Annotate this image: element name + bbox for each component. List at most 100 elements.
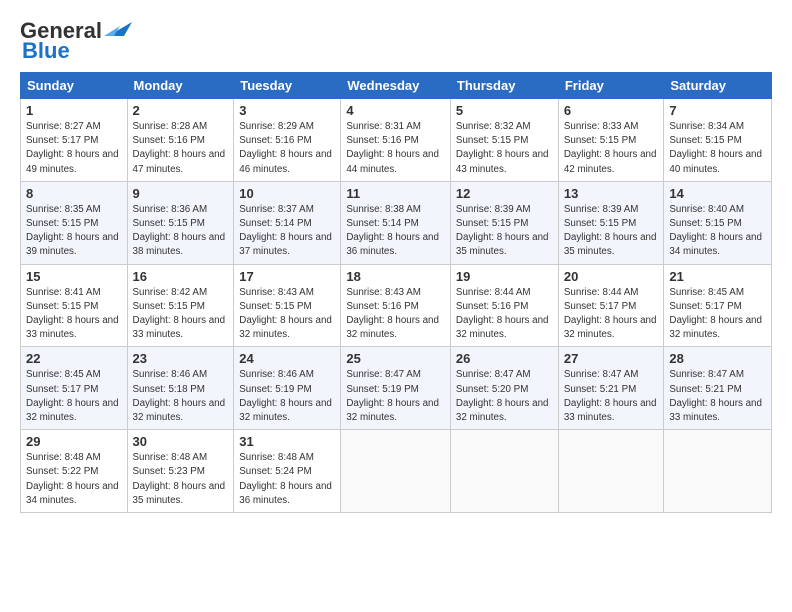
table-row: 18 Sunrise: 8:43 AMSunset: 5:16 PMDaylig… — [341, 264, 451, 347]
day-number: 8 — [26, 186, 122, 201]
day-number: 16 — [133, 269, 229, 284]
day-number: 18 — [346, 269, 445, 284]
day-number: 2 — [133, 103, 229, 118]
table-row: 26 Sunrise: 8:47 AMSunset: 5:20 PMDaylig… — [450, 347, 558, 430]
day-info: Sunrise: 8:31 AMSunset: 5:16 PMDaylight:… — [346, 121, 439, 175]
day-number: 28 — [669, 351, 766, 366]
day-number: 3 — [239, 103, 335, 118]
day-number: 11 — [346, 186, 445, 201]
table-row: 1 Sunrise: 8:27 AMSunset: 5:17 PMDayligh… — [21, 99, 128, 182]
header-saturday: Saturday — [664, 73, 772, 99]
table-row: 2 Sunrise: 8:28 AMSunset: 5:16 PMDayligh… — [127, 99, 234, 182]
header-friday: Friday — [558, 73, 664, 99]
day-number: 7 — [669, 103, 766, 118]
calendar-table: Sunday Monday Tuesday Wednesday Thursday… — [20, 72, 772, 513]
table-row: 27 Sunrise: 8:47 AMSunset: 5:21 PMDaylig… — [558, 347, 664, 430]
day-number: 6 — [564, 103, 659, 118]
table-row: 31 Sunrise: 8:48 AMSunset: 5:24 PMDaylig… — [234, 430, 341, 513]
logo-blue: Blue — [22, 38, 70, 64]
day-number: 12 — [456, 186, 553, 201]
day-info: Sunrise: 8:46 AMSunset: 5:19 PMDaylight:… — [239, 369, 332, 423]
day-info: Sunrise: 8:47 AMSunset: 5:20 PMDaylight:… — [456, 369, 549, 423]
table-row: 9 Sunrise: 8:36 AMSunset: 5:15 PMDayligh… — [127, 181, 234, 264]
day-number: 31 — [239, 434, 335, 449]
day-number: 25 — [346, 351, 445, 366]
table-row: 20 Sunrise: 8:44 AMSunset: 5:17 PMDaylig… — [558, 264, 664, 347]
header-thursday: Thursday — [450, 73, 558, 99]
day-number: 15 — [26, 269, 122, 284]
day-info: Sunrise: 8:47 AMSunset: 5:21 PMDaylight:… — [669, 369, 762, 423]
day-info: Sunrise: 8:48 AMSunset: 5:23 PMDaylight:… — [133, 452, 226, 506]
week-row: 29 Sunrise: 8:48 AMSunset: 5:22 PMDaylig… — [21, 430, 772, 513]
empty-cell — [558, 430, 664, 513]
table-row: 28 Sunrise: 8:47 AMSunset: 5:21 PMDaylig… — [664, 347, 772, 430]
table-row: 12 Sunrise: 8:39 AMSunset: 5:15 PMDaylig… — [450, 181, 558, 264]
day-number: 23 — [133, 351, 229, 366]
page-header: General Blue — [20, 18, 772, 64]
day-number: 1 — [26, 103, 122, 118]
logo: General Blue — [20, 18, 132, 64]
day-number: 10 — [239, 186, 335, 201]
header-monday: Monday — [127, 73, 234, 99]
day-number: 29 — [26, 434, 122, 449]
table-row: 5 Sunrise: 8:32 AMSunset: 5:15 PMDayligh… — [450, 99, 558, 182]
table-row: 7 Sunrise: 8:34 AMSunset: 5:15 PMDayligh… — [664, 99, 772, 182]
day-info: Sunrise: 8:46 AMSunset: 5:18 PMDaylight:… — [133, 369, 226, 423]
table-row: 6 Sunrise: 8:33 AMSunset: 5:15 PMDayligh… — [558, 99, 664, 182]
table-row: 23 Sunrise: 8:46 AMSunset: 5:18 PMDaylig… — [127, 347, 234, 430]
table-row: 13 Sunrise: 8:39 AMSunset: 5:15 PMDaylig… — [558, 181, 664, 264]
day-info: Sunrise: 8:44 AMSunset: 5:16 PMDaylight:… — [456, 287, 549, 341]
day-info: Sunrise: 8:41 AMSunset: 5:15 PMDaylight:… — [26, 287, 119, 341]
empty-cell — [341, 430, 451, 513]
week-row: 8 Sunrise: 8:35 AMSunset: 5:15 PMDayligh… — [21, 181, 772, 264]
header-tuesday: Tuesday — [234, 73, 341, 99]
table-row: 11 Sunrise: 8:38 AMSunset: 5:14 PMDaylig… — [341, 181, 451, 264]
day-info: Sunrise: 8:36 AMSunset: 5:15 PMDaylight:… — [133, 204, 226, 258]
table-row: 10 Sunrise: 8:37 AMSunset: 5:14 PMDaylig… — [234, 181, 341, 264]
day-info: Sunrise: 8:34 AMSunset: 5:15 PMDaylight:… — [669, 121, 762, 175]
day-number: 14 — [669, 186, 766, 201]
header-wednesday: Wednesday — [341, 73, 451, 99]
day-info: Sunrise: 8:37 AMSunset: 5:14 PMDaylight:… — [239, 204, 332, 258]
day-info: Sunrise: 8:32 AMSunset: 5:15 PMDaylight:… — [456, 121, 549, 175]
table-row: 14 Sunrise: 8:40 AMSunset: 5:15 PMDaylig… — [664, 181, 772, 264]
day-info: Sunrise: 8:47 AMSunset: 5:19 PMDaylight:… — [346, 369, 439, 423]
table-row: 25 Sunrise: 8:47 AMSunset: 5:19 PMDaylig… — [341, 347, 451, 430]
week-row: 22 Sunrise: 8:45 AMSunset: 5:17 PMDaylig… — [21, 347, 772, 430]
empty-cell — [450, 430, 558, 513]
header-sunday: Sunday — [21, 73, 128, 99]
day-number: 17 — [239, 269, 335, 284]
calendar-page: General Blue Sunday Monday Tuesday Wedne… — [0, 0, 792, 523]
day-info: Sunrise: 8:27 AMSunset: 5:17 PMDaylight:… — [26, 121, 119, 175]
table-row: 3 Sunrise: 8:29 AMSunset: 5:16 PMDayligh… — [234, 99, 341, 182]
day-info: Sunrise: 8:48 AMSunset: 5:22 PMDaylight:… — [26, 452, 119, 506]
week-row: 15 Sunrise: 8:41 AMSunset: 5:15 PMDaylig… — [21, 264, 772, 347]
day-number: 13 — [564, 186, 659, 201]
day-number: 9 — [133, 186, 229, 201]
day-number: 24 — [239, 351, 335, 366]
day-number: 19 — [456, 269, 553, 284]
table-row: 15 Sunrise: 8:41 AMSunset: 5:15 PMDaylig… — [21, 264, 128, 347]
day-info: Sunrise: 8:42 AMSunset: 5:15 PMDaylight:… — [133, 287, 226, 341]
empty-cell — [664, 430, 772, 513]
day-info: Sunrise: 8:39 AMSunset: 5:15 PMDaylight:… — [564, 204, 657, 258]
table-row: 29 Sunrise: 8:48 AMSunset: 5:22 PMDaylig… — [21, 430, 128, 513]
table-row: 16 Sunrise: 8:42 AMSunset: 5:15 PMDaylig… — [127, 264, 234, 347]
table-row: 8 Sunrise: 8:35 AMSunset: 5:15 PMDayligh… — [21, 181, 128, 264]
table-row: 30 Sunrise: 8:48 AMSunset: 5:23 PMDaylig… — [127, 430, 234, 513]
day-info: Sunrise: 8:45 AMSunset: 5:17 PMDaylight:… — [669, 287, 762, 341]
day-info: Sunrise: 8:43 AMSunset: 5:16 PMDaylight:… — [346, 287, 439, 341]
day-info: Sunrise: 8:40 AMSunset: 5:15 PMDaylight:… — [669, 204, 762, 258]
table-row: 22 Sunrise: 8:45 AMSunset: 5:17 PMDaylig… — [21, 347, 128, 430]
week-row: 1 Sunrise: 8:27 AMSunset: 5:17 PMDayligh… — [21, 99, 772, 182]
day-info: Sunrise: 8:35 AMSunset: 5:15 PMDaylight:… — [26, 204, 119, 258]
day-number: 5 — [456, 103, 553, 118]
day-number: 27 — [564, 351, 659, 366]
day-number: 20 — [564, 269, 659, 284]
day-info: Sunrise: 8:39 AMSunset: 5:15 PMDaylight:… — [456, 204, 549, 258]
day-info: Sunrise: 8:43 AMSunset: 5:15 PMDaylight:… — [239, 287, 332, 341]
day-number: 4 — [346, 103, 445, 118]
day-number: 30 — [133, 434, 229, 449]
day-info: Sunrise: 8:45 AMSunset: 5:17 PMDaylight:… — [26, 369, 119, 423]
table-row: 4 Sunrise: 8:31 AMSunset: 5:16 PMDayligh… — [341, 99, 451, 182]
